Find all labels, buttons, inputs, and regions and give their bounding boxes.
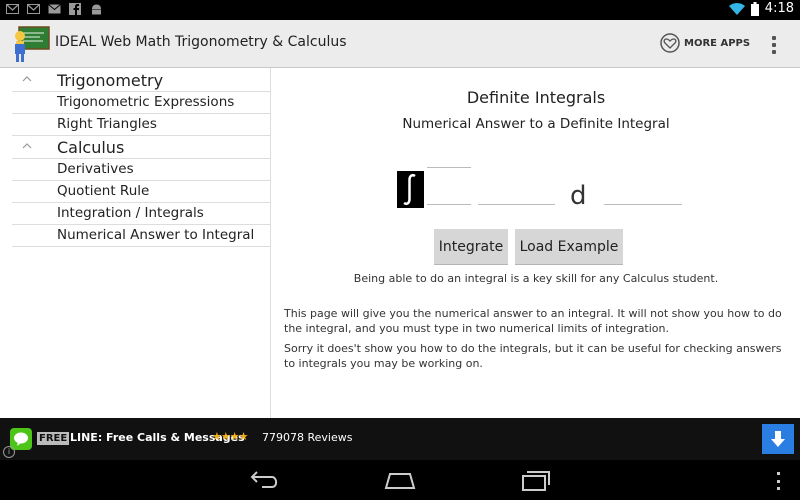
sidebar-item-label: Right Triangles	[57, 116, 157, 132]
integrate-button[interactable]: Integrate	[434, 229, 508, 265]
gmail-icon	[6, 4, 19, 14]
chevron-up-icon	[22, 76, 32, 82]
menu-icon[interactable]	[774, 472, 782, 490]
sidebar-item-label: Trigonometric Expressions	[57, 94, 235, 110]
content-area: Trigonometry Trigonometric Expressions R…	[0, 68, 800, 418]
variable-input[interactable]	[604, 188, 682, 205]
overflow-menu-icon[interactable]	[764, 33, 784, 57]
sidebar-section-trigonometry[interactable]: Trigonometry	[12, 69, 270, 92]
differential-label: d	[570, 181, 587, 211]
sidebar-item-derivatives[interactable]: Derivatives	[12, 159, 270, 181]
home-icon[interactable]	[380, 468, 420, 492]
sidebar-item-label: Derivatives	[57, 161, 134, 177]
sidebar-item-label: Quotient Rule	[57, 183, 150, 199]
sidebar-section-label: Calculus	[57, 138, 125, 157]
page-subtitle: Numerical Answer to a Definite Integral	[402, 116, 670, 132]
more-apps-button[interactable]: MORE APPS	[660, 33, 750, 53]
page-title: Definite Integrals	[466, 88, 606, 107]
recent-apps-icon[interactable]	[515, 468, 555, 492]
sidebar-item-trigonometric-expressions[interactable]: Trigonometric Expressions	[12, 92, 270, 114]
sidebar-section-label: Trigonometry	[57, 71, 164, 90]
sidebar-item-label: Numerical Answer to Integral	[57, 227, 255, 243]
back-icon[interactable]	[244, 468, 284, 492]
sidebar: Trigonometry Trigonometric Expressions R…	[0, 68, 271, 418]
system-nav-bar	[0, 460, 800, 500]
action-bar: IDEAL Web Math Trigonometry & Calculus M…	[0, 20, 800, 68]
sidebar-item-numerical-answer[interactable]: Numerical Answer to Integral	[12, 225, 270, 247]
sidebar-item-quotient-rule[interactable]: Quotient Rule	[12, 181, 270, 203]
gmail-icon	[27, 4, 40, 14]
status-right: 4:18	[728, 1, 794, 16]
upper-limit-input[interactable]	[427, 151, 471, 168]
app-title: IDEAL Web Math Trigonometry & Calculus	[55, 34, 347, 50]
ad-rating-stars: ★★★★	[212, 430, 248, 443]
wifi-icon	[728, 2, 745, 15]
free-badge: FREE	[37, 432, 70, 445]
description-paragraph: This page will give you the numerical an…	[284, 307, 782, 335]
mail-icon	[48, 4, 61, 14]
app-logo-icon[interactable]	[10, 24, 50, 64]
sidebar-section-calculus[interactable]: Calculus	[12, 136, 270, 159]
ad-reviews: 779078 Reviews	[262, 431, 353, 444]
notification-icons	[6, 3, 103, 15]
battery-icon	[750, 1, 759, 16]
line-app-icon	[10, 428, 32, 450]
intro-text: Being able to do an integral is a key sk…	[353, 272, 719, 285]
android-icon	[92, 4, 101, 15]
load-example-button[interactable]: Load Example	[515, 229, 623, 265]
status-time: 4:18	[764, 1, 794, 16]
integrand-input[interactable]	[478, 188, 555, 205]
ad-banner[interactable]: FREE LINE: Free Calls & Messages ★★★★ 77…	[0, 418, 800, 460]
lower-limit-input[interactable]	[427, 188, 471, 205]
sidebar-item-right-triangles[interactable]: Right Triangles	[12, 114, 270, 136]
status-bar: 4:18	[0, 0, 800, 20]
heart-badge-icon	[660, 33, 680, 53]
more-apps-label: MORE APPS	[684, 37, 751, 49]
sidebar-item-label: Integration / Integrals	[57, 205, 204, 221]
sidebar-item-integration[interactable]: Integration / Integrals	[12, 203, 270, 225]
ad-info-icon[interactable]: i	[3, 446, 15, 458]
main-panel: Definite Integrals Numerical Answer to a…	[272, 68, 800, 418]
download-button[interactable]	[762, 424, 794, 454]
download-arrow-icon	[771, 431, 785, 447]
facebook-icon	[69, 3, 81, 15]
integral-symbol-icon	[397, 171, 424, 208]
chevron-up-icon	[22, 143, 32, 149]
description-paragraph: Sorry it does't show you how to do the i…	[284, 342, 782, 370]
